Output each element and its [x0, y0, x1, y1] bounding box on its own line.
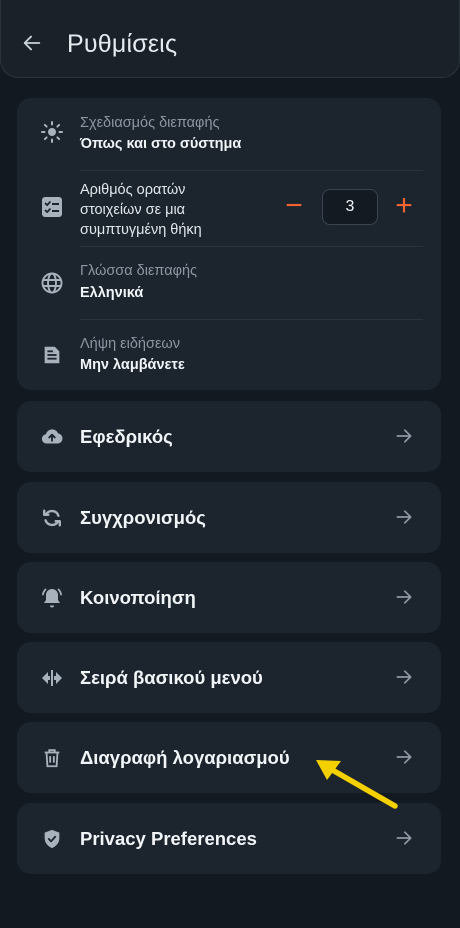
- nav-label: Διαγραφή λογαριασμού: [80, 747, 290, 768]
- shield-check-icon: [40, 827, 64, 851]
- nav-label: Privacy Preferences: [80, 828, 257, 849]
- arrow-right-icon: [393, 666, 415, 688]
- arrow-right-icon: [393, 586, 415, 608]
- annotation-arrow-icon: [316, 760, 398, 809]
- news-value: Μην λαμβάνετε: [80, 357, 185, 373]
- nav-sync[interactable]: Συγχρονισμός: [17, 482, 441, 553]
- settings-card: Σχεδιασμός διεπαφής Όπως και στο σύστημα…: [17, 98, 441, 390]
- brightness-icon: [40, 120, 64, 144]
- globe-icon: [40, 271, 64, 295]
- setting-language[interactable]: Γλώσσα διεπαφής Ελληνικά: [17, 247, 441, 319]
- news-label: Λήψη ειδήσεων: [80, 336, 180, 352]
- cloud-upload-icon: [40, 425, 64, 449]
- sync-icon: [40, 506, 64, 530]
- decrement-button[interactable]: −: [281, 191, 307, 221]
- nav-label: Σειρά βασικού μενού: [80, 667, 263, 688]
- visible-items-label: Αριθμός ορατών στοιχείων σε μια συμπτυγμ…: [80, 182, 202, 238]
- increment-button[interactable]: +: [391, 191, 417, 221]
- nav-label: Κοινοποίηση: [80, 587, 196, 608]
- setting-visible-items: Αριθμός ορατών στοιχείων σε μια συμπτυγμ…: [17, 171, 441, 246]
- bell-ring-icon: [40, 586, 64, 610]
- nav-backup[interactable]: Εφεδρικός: [17, 401, 441, 472]
- nav-label: Συγχρονισμός: [80, 507, 206, 528]
- trash-icon: [40, 746, 64, 770]
- interface-design-value: Όπως και στο σύστημα: [80, 136, 242, 152]
- document-icon: [40, 343, 64, 367]
- language-label: Γλώσσα διεπαφής: [80, 263, 198, 279]
- language-value: Ελληνικά: [80, 285, 144, 301]
- nav-label: Εφεδρικός: [80, 426, 173, 447]
- arrow-right-icon: [393, 506, 415, 528]
- setting-interface-design[interactable]: Σχεδιασμός διεπαφής Όπως και στο σύστημα: [17, 98, 441, 170]
- nav-notification[interactable]: Κοινοποίηση: [17, 562, 441, 633]
- visible-items-value[interactable]: 3: [322, 189, 378, 225]
- arrow-left-icon: [23, 35, 41, 51]
- arrow-right-icon: [393, 425, 415, 447]
- page-title: Ρυθμίσεις: [67, 30, 178, 58]
- checklist-icon: [40, 195, 64, 219]
- interface-design-label: Σχεδιασμός διεπαφής: [80, 115, 220, 131]
- arrow-right-icon: [393, 827, 415, 849]
- app-header: Ρυθμίσεις: [0, 0, 460, 78]
- nav-main-menu-order[interactable]: Σειρά βασικού μενού: [17, 642, 441, 713]
- setting-news[interactable]: Λήψη ειδήσεων Μην λαμβάνετε: [17, 320, 441, 390]
- back-button[interactable]: [19, 30, 45, 56]
- swap-arrows-icon: [40, 666, 64, 690]
